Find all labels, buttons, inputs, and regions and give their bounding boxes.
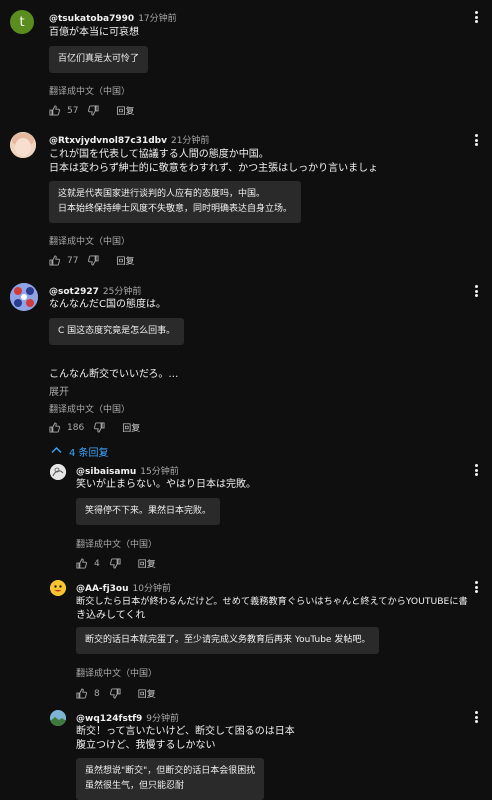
avatar[interactable]: [50, 710, 66, 726]
avatar[interactable]: [50, 464, 66, 480]
action-bar: 186 回复: [49, 421, 140, 434]
more-options-icon[interactable]: [471, 132, 481, 148]
reply-text: 腹立つけど、我慢するしかない: [76, 740, 216, 751]
translation-box: 虽然想说"断交"，但断交的话日本会很困扰 虽然很生气，但只能忍耐: [76, 758, 265, 800]
reply-button[interactable]: 回复: [138, 687, 156, 700]
more-options-icon[interactable]: [471, 709, 481, 725]
face-avatar-icon: [10, 132, 36, 158]
comment-text: なんなんだC国の態度は。: [49, 299, 166, 310]
reply-button[interactable]: 回复: [116, 254, 134, 267]
translate-link[interactable]: 翻译成中文（中国）: [76, 537, 157, 550]
like-icon[interactable]: [49, 105, 60, 116]
translate-link[interactable]: 翻译成中文（中国）: [49, 234, 130, 247]
comment-text: 百億が本当に可哀想: [49, 27, 139, 38]
landscape-avatar-icon: [50, 710, 66, 726]
translation-box: 笑得停不下来。果然日本完败。: [76, 498, 221, 525]
comment-text: こんなん断交でいいだろ。…: [49, 369, 179, 380]
sketch-avatar-icon: [50, 464, 66, 480]
dislike-icon[interactable]: [88, 255, 99, 266]
like-count: 77: [67, 255, 79, 266]
comment-time[interactable]: 21分钟前: [171, 136, 209, 146]
translation-line: 笑得停不下来。果然日本完败。: [85, 506, 212, 516]
reply-text: 断交！って言いたいけど、断交して困るのは日本: [76, 726, 295, 737]
reply-button[interactable]: 回复: [116, 104, 134, 117]
author-name[interactable]: @sibaisamu: [76, 467, 136, 477]
avatar[interactable]: [10, 132, 36, 158]
translate-link[interactable]: 翻译成中文（中国）: [49, 84, 130, 97]
translate-link[interactable]: 翻译成中文（中国）: [49, 402, 130, 415]
action-bar: 8 回复: [76, 687, 156, 700]
comment-time[interactable]: 25分钟前: [103, 287, 141, 297]
dislike-icon[interactable]: [94, 422, 105, 433]
author-name[interactable]: @wq124fstf9: [76, 714, 142, 724]
chevron-up-icon: [51, 446, 62, 457]
reply-time[interactable]: 10分钟前: [133, 584, 171, 594]
reply-author[interactable]: @wq124fstf9 9分钟前: [76, 711, 179, 724]
action-bar: 4 回复: [76, 557, 156, 570]
translation-line: 虽然很生气，但只能忍耐: [85, 781, 185, 791]
translation-line: 断交的话日本就完蛋了。至少请完成义务教育后再来 YouTube 发帖吧。: [85, 635, 371, 645]
avatar[interactable]: t: [10, 10, 34, 34]
reply-author[interactable]: @AA-fj3ou 10分钟前: [76, 581, 171, 594]
like-icon[interactable]: [49, 422, 60, 433]
comment-time[interactable]: 17分钟前: [138, 14, 176, 24]
translation-box: C 国这态度究竟是怎么回事。: [49, 318, 185, 345]
comment-author[interactable]: @sot2927 25分钟前: [49, 284, 141, 297]
more-options-icon[interactable]: [471, 579, 481, 595]
translation-box: 这就是代表国家进行谈判的人应有的态度吗，中国。 日本始终保持绅士风度不失敬意，同…: [49, 181, 302, 223]
action-bar: 57 回复: [49, 104, 134, 117]
reply-author[interactable]: @sibaisamu 15分钟前: [76, 464, 179, 477]
dislike-icon[interactable]: [109, 688, 121, 699]
translation-line: 日本始终保持绅士风度不失敬意，同时明确表达自身立场。: [58, 204, 293, 214]
like-count: 57: [67, 105, 79, 116]
reply-button[interactable]: 回复: [138, 557, 156, 570]
reply-time[interactable]: 9分钟前: [146, 714, 179, 724]
reply-text: き込みしてくれ: [76, 610, 146, 621]
like-icon[interactable]: [76, 688, 87, 699]
translation-line: C 国这态度究竟是怎么回事。: [58, 326, 176, 336]
replies-toggle-button[interactable]: 4 条回复: [51, 444, 109, 459]
translation-box: 百亿们真是太可怜了: [49, 46, 149, 73]
like-count: 4: [94, 558, 100, 569]
translate-link[interactable]: 翻译成中文（中国）: [76, 666, 157, 679]
reply-button[interactable]: 回复: [122, 421, 140, 434]
replies-count: 4 条回复: [69, 448, 109, 459]
reply-time[interactable]: 15分钟前: [140, 467, 178, 477]
avatar-letter: t: [19, 14, 25, 30]
expand-link[interactable]: 展开: [49, 383, 69, 398]
translation-box: 断交的话日本就完蛋了。至少请完成义务教育后再来 YouTube 发帖吧。: [76, 627, 380, 654]
author-name[interactable]: @sot2927: [49, 287, 99, 297]
dislike-icon[interactable]: [109, 558, 121, 569]
like-count: 186: [67, 422, 85, 433]
more-options-icon[interactable]: [471, 9, 481, 25]
comment-text: これが国を代表して協議する人間の態度か中国。: [49, 149, 269, 160]
pattern-avatar-icon: [10, 283, 38, 311]
like-count: 8: [94, 688, 100, 699]
comment-author[interactable]: @Rtxvjydvnol87c31dbv 21分钟前: [49, 133, 209, 146]
avatar[interactable]: [50, 580, 66, 596]
more-options-icon[interactable]: [471, 283, 481, 299]
reply-text: 断交したら日本が終わるんだけど。せめて義務教育ぐらいはちゃんと終えてからYOUT…: [76, 596, 468, 607]
author-name[interactable]: @tsukatoba7990: [49, 14, 134, 24]
dislike-icon[interactable]: [88, 105, 99, 116]
comment-text: 日本は変わらず紳士的に敬意をわすれず、かつ主張はしっかり言いましょ: [49, 163, 379, 174]
translation-line: 虽然想说"断交"，但断交的话日本会很困扰: [85, 766, 256, 776]
comment-author[interactable]: @tsukatoba7990 17分钟前: [49, 11, 177, 24]
reply-text: 笑いが止まらない。やはり日本は完敗。: [76, 479, 256, 490]
author-name[interactable]: @Rtxvjydvnol87c31dbv: [49, 136, 167, 146]
author-name[interactable]: @AA-fj3ou: [76, 584, 129, 594]
more-options-icon[interactable]: [471, 462, 481, 478]
emoji-avatar-icon: [50, 580, 66, 596]
avatar[interactable]: [10, 283, 38, 311]
translation-line: 百亿们真是太可怜了: [58, 54, 140, 64]
translation-line: 这就是代表国家进行谈判的人应有的态度吗，中国。: [58, 189, 266, 199]
like-icon[interactable]: [76, 558, 87, 569]
action-bar: 77 回复: [49, 254, 134, 267]
like-icon[interactable]: [49, 255, 60, 266]
